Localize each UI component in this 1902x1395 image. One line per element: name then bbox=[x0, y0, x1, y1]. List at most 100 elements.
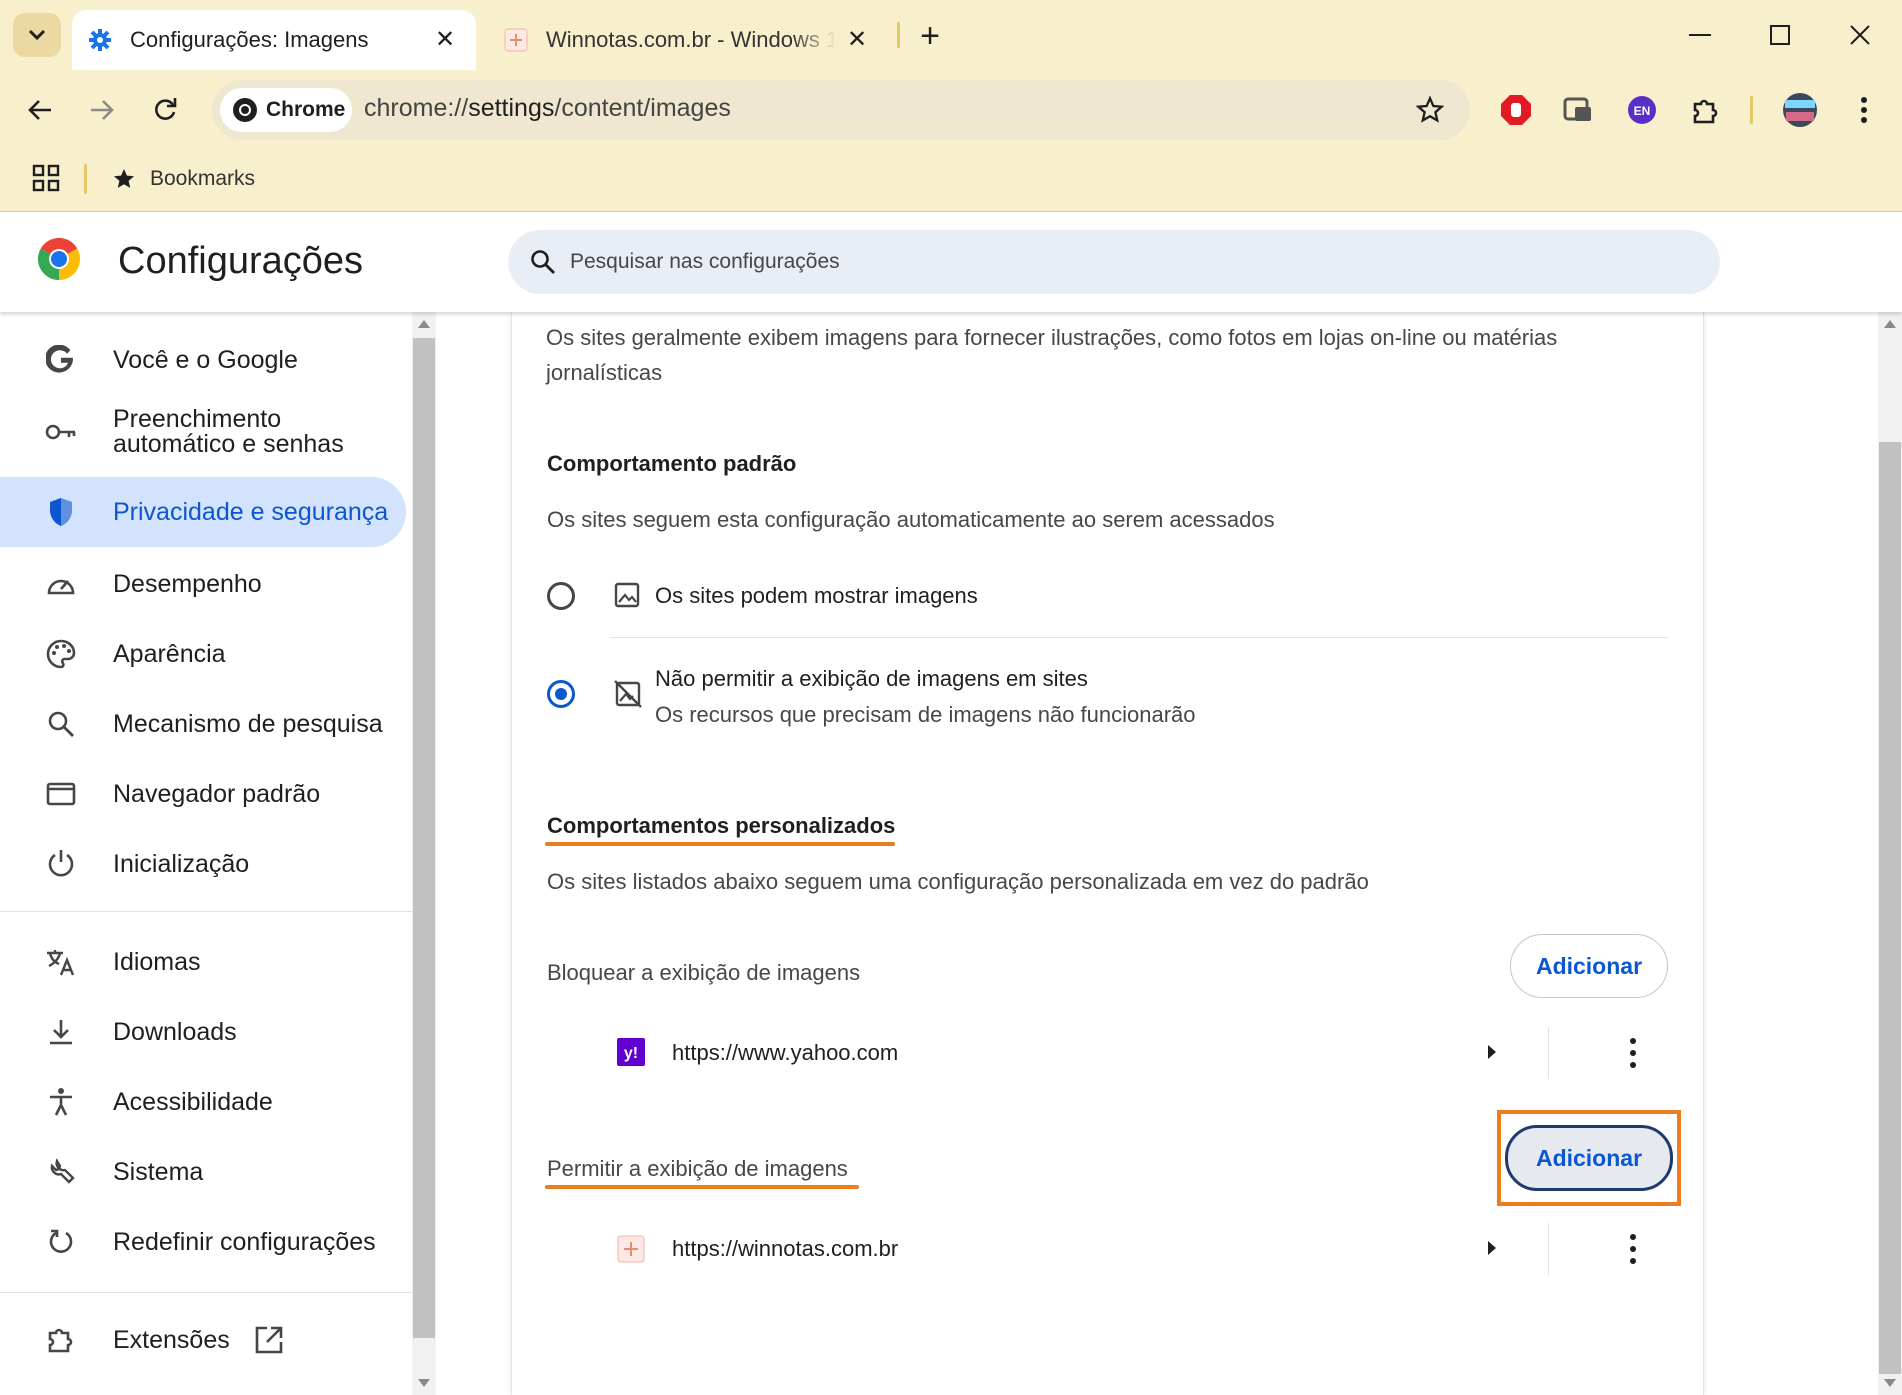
bookmarks-bar: Bookmarks bbox=[0, 150, 1902, 210]
sidebar-scrollbar[interactable] bbox=[412, 312, 436, 1395]
sidebar-item-autofill[interactable]: Preenchimento automático e senhas bbox=[0, 392, 406, 472]
chrome-menu-button[interactable] bbox=[1844, 90, 1884, 130]
allowed-site-url[interactable]: https://winnotas.com.br bbox=[672, 1236, 898, 1262]
sidebar-item-default-browser[interactable]: Navegador padrão bbox=[0, 759, 406, 829]
sidebar-item-label: Desempenho bbox=[113, 569, 262, 598]
new-tab-button[interactable]: + bbox=[910, 16, 950, 56]
option-block-sublabel: Os recursos que precisam de imagens não … bbox=[655, 702, 1196, 727]
forward-button[interactable] bbox=[80, 88, 124, 132]
sidebar-item-label: Redefinir configurações bbox=[113, 1227, 376, 1256]
page-title: Configurações bbox=[118, 240, 364, 282]
radio-block-images[interactable] bbox=[547, 680, 575, 708]
sidebar-item-reset[interactable]: Redefinir configurações bbox=[0, 1207, 406, 1277]
scroll-up-icon[interactable] bbox=[418, 320, 430, 328]
bookmarks-label: Bookmarks bbox=[150, 167, 256, 190]
tab-winnotas[interactable]: Winnotas.com.br - Windows 10 ✕ bbox=[488, 10, 888, 70]
tab-settings-images[interactable]: Configurações: Imagens ✕ bbox=[72, 10, 476, 70]
sidebar-item-privacy[interactable]: Privacidade e segurança bbox=[0, 477, 406, 547]
tab-title: Winnotas.com.br - Windows 10 bbox=[546, 27, 836, 52]
yahoo-favicon-icon: y! bbox=[616, 1037, 646, 1067]
option-divider bbox=[610, 637, 1668, 638]
star-filled-icon bbox=[114, 169, 134, 188]
language-extension-button[interactable]: EN bbox=[1622, 90, 1662, 130]
wrench-icon bbox=[44, 1155, 78, 1189]
scrollbar-thumb[interactable] bbox=[1879, 442, 1901, 1374]
url-host: settings bbox=[468, 94, 555, 122]
sidebar-item-search-engine[interactable]: Mecanismo de pesquisa bbox=[0, 689, 406, 759]
sidebar-item-downloads[interactable]: Downloads bbox=[0, 997, 406, 1067]
option-allow-label[interactable]: Os sites podem mostrar imagens bbox=[655, 583, 978, 609]
navigation-toolbar: Chrome chrome://settings/content/images … bbox=[0, 70, 1902, 150]
sidebar-item-startup[interactable]: Inicialização bbox=[0, 829, 406, 899]
extensions-menu-button[interactable] bbox=[1686, 90, 1726, 130]
adblock-extension-button[interactable] bbox=[1496, 90, 1536, 130]
row-action-divider bbox=[1548, 1027, 1549, 1079]
sidebar-item-performance[interactable]: Desempenho bbox=[0, 549, 406, 619]
reset-icon bbox=[44, 1225, 78, 1259]
sidebar-item-label: Downloads bbox=[113, 1017, 237, 1046]
site-chip[interactable]: Chrome bbox=[220, 88, 352, 132]
language-badge-text: EN bbox=[1634, 104, 1651, 118]
sidebar-item-label: Extensões bbox=[113, 1325, 230, 1354]
puzzle-icon bbox=[1693, 99, 1718, 124]
sidebar-item-label: Mecanismo de pesquisa bbox=[113, 709, 383, 738]
sidebar-item-you-and-google[interactable]: Você e o Google bbox=[0, 325, 406, 395]
profile-avatar[interactable] bbox=[1780, 90, 1820, 130]
settings-search-input[interactable]: Pesquisar nas configurações bbox=[508, 230, 1720, 294]
sidebar-item-languages[interactable]: Idiomas bbox=[0, 927, 406, 997]
sidebar-item-label: Navegador padrão bbox=[113, 779, 321, 808]
expand-arrow-icon[interactable] bbox=[1488, 1241, 1496, 1255]
sidebar-item-system[interactable]: Sistema bbox=[0, 1137, 406, 1207]
annotation-underline bbox=[545, 842, 895, 846]
screen-capture-extension-button[interactable] bbox=[1558, 90, 1598, 130]
scrollbar-thumb[interactable] bbox=[413, 338, 435, 1338]
row-action-divider bbox=[1548, 1223, 1549, 1275]
more-vertical-icon bbox=[1861, 97, 1867, 123]
reload-button[interactable] bbox=[143, 88, 187, 132]
annotation-underline bbox=[545, 1185, 859, 1189]
scroll-down-icon[interactable] bbox=[418, 1379, 430, 1387]
more-actions-icon[interactable] bbox=[1629, 1234, 1637, 1264]
scroll-up-icon[interactable] bbox=[1884, 320, 1896, 328]
custom-behaviors-heading: Comportamentos personalizados bbox=[547, 813, 896, 838]
browser-window-icon bbox=[44, 777, 78, 811]
apps-grid-icon[interactable] bbox=[32, 164, 60, 197]
sidebar-item-accessibility[interactable]: Acessibilidade bbox=[0, 1067, 406, 1137]
intro-text-line1: Os sites geralmente exibem imagens para … bbox=[546, 325, 1558, 350]
close-tab-icon[interactable]: ✕ bbox=[432, 26, 458, 53]
bookmarks-separator bbox=[84, 164, 87, 194]
main-scrollbar[interactable] bbox=[1878, 312, 1902, 1395]
intro-text-line2: jornalísticas bbox=[546, 360, 663, 385]
blocked-site-url[interactable]: https://www.yahoo.com bbox=[672, 1040, 898, 1066]
minimize-button[interactable] bbox=[1670, 12, 1730, 58]
maximize-button[interactable] bbox=[1750, 12, 1810, 58]
sidebar-item-label: Idiomas bbox=[113, 947, 201, 976]
image-icon bbox=[614, 582, 640, 613]
sidebar-item-label: Você e o Google bbox=[113, 345, 298, 374]
expand-arrow-icon[interactable] bbox=[1488, 1045, 1496, 1059]
chip-label: Chrome bbox=[266, 98, 346, 121]
sidebar-item-extensions[interactable]: Extensões bbox=[0, 1305, 406, 1375]
tab-search-button[interactable] bbox=[13, 13, 61, 57]
option-block-label[interactable]: Não permitir a exibição de imagens em si… bbox=[655, 666, 1088, 692]
back-button[interactable] bbox=[18, 88, 62, 132]
download-icon bbox=[44, 1015, 78, 1049]
close-tab-icon[interactable]: ✕ bbox=[844, 26, 870, 53]
radio-allow-images[interactable] bbox=[547, 582, 575, 610]
url-text[interactable]: chrome://settings/content/images bbox=[364, 94, 731, 123]
close-window-button[interactable] bbox=[1830, 12, 1890, 58]
add-allow-site-button[interactable]: Adicionar bbox=[1505, 1125, 1673, 1191]
more-actions-icon[interactable] bbox=[1629, 1038, 1637, 1068]
allow-images-label: Permitir a exibição de imagens bbox=[547, 1156, 848, 1181]
settings-header: Configurações Pesquisar nas configuraçõe… bbox=[0, 212, 1902, 312]
open-in-new-icon bbox=[254, 1325, 284, 1360]
add-block-site-button[interactable]: Adicionar bbox=[1510, 934, 1668, 998]
translate-icon bbox=[44, 945, 78, 979]
bookmark-star-button[interactable] bbox=[1412, 92, 1448, 128]
scroll-down-icon[interactable] bbox=[1884, 1379, 1896, 1387]
sidebar-item-label: Aparência bbox=[113, 639, 226, 668]
sidebar-item-appearance[interactable]: Aparência bbox=[0, 619, 406, 689]
reload-icon bbox=[155, 98, 177, 120]
address-bar[interactable]: Chrome chrome://settings/content/images bbox=[212, 80, 1470, 140]
bookmarks-folder[interactable]: Bookmarks bbox=[112, 162, 255, 196]
